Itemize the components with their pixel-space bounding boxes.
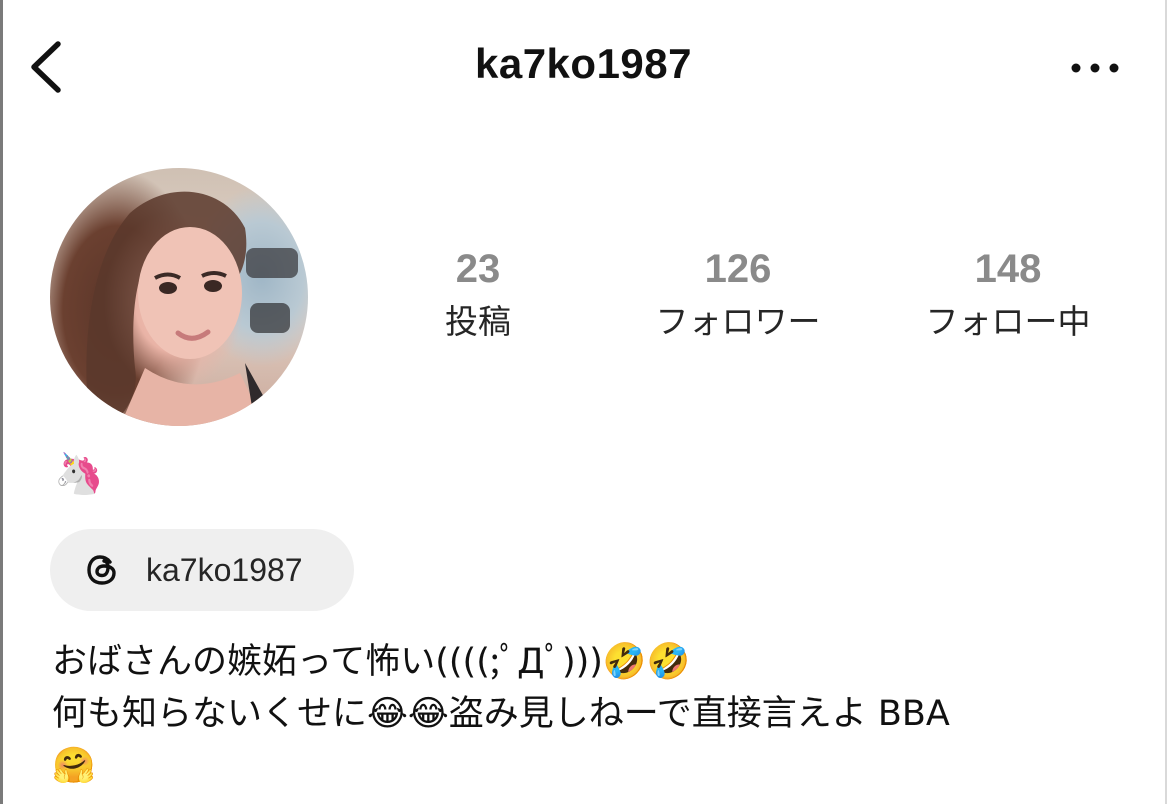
threads-handle: ka7ko1987 (146, 552, 303, 588)
bio-line-1: おばさんの嫉妬って怖い((((;ﾟДﾟ)))🤣🤣 (52, 642, 691, 682)
profile-avatar[interactable] (50, 168, 308, 426)
posts-stat[interactable]: 23 投稿 (358, 245, 598, 347)
more-horizontal-icon (1071, 63, 1119, 73)
bio-line-2: 何も知らないくせに😂😂盗み見しねーで直接言えよ BBA (52, 694, 950, 734)
posts-count: 23 (455, 247, 501, 291)
followers-stat[interactable]: 126 フォロワー (618, 245, 858, 347)
threads-link-button[interactable]: ka7ko1987 (50, 529, 354, 611)
posts-label: 投稿 (445, 302, 511, 341)
threads-icon (87, 555, 116, 585)
following-stat[interactable]: 148 フォロー中 (888, 245, 1128, 347)
bio-line-3: 🤗 (52, 746, 96, 786)
following-count: 148 (974, 247, 1042, 291)
more-options-button[interactable] (1062, 50, 1128, 86)
avatar-illustration (86, 191, 298, 426)
profile-header: ka7ko1987 (0, 0, 1167, 135)
followers-label: フォロワー (655, 302, 821, 341)
profile-bio: おばさんの嫉妬って怖い((((;ﾟДﾟ)))🤣🤣 何も知らないくせに😂😂盗み見し… (52, 636, 1152, 792)
followers-count: 126 (704, 247, 772, 291)
profile-username-title: ka7ko1987 (474, 40, 693, 87)
profile-stats: 23 投稿 126 フォロワー 148 フォロー中 (388, 245, 1148, 355)
following-label: フォロー中 (925, 302, 1091, 341)
profile-name-emoji: 🦄 (54, 451, 104, 497)
